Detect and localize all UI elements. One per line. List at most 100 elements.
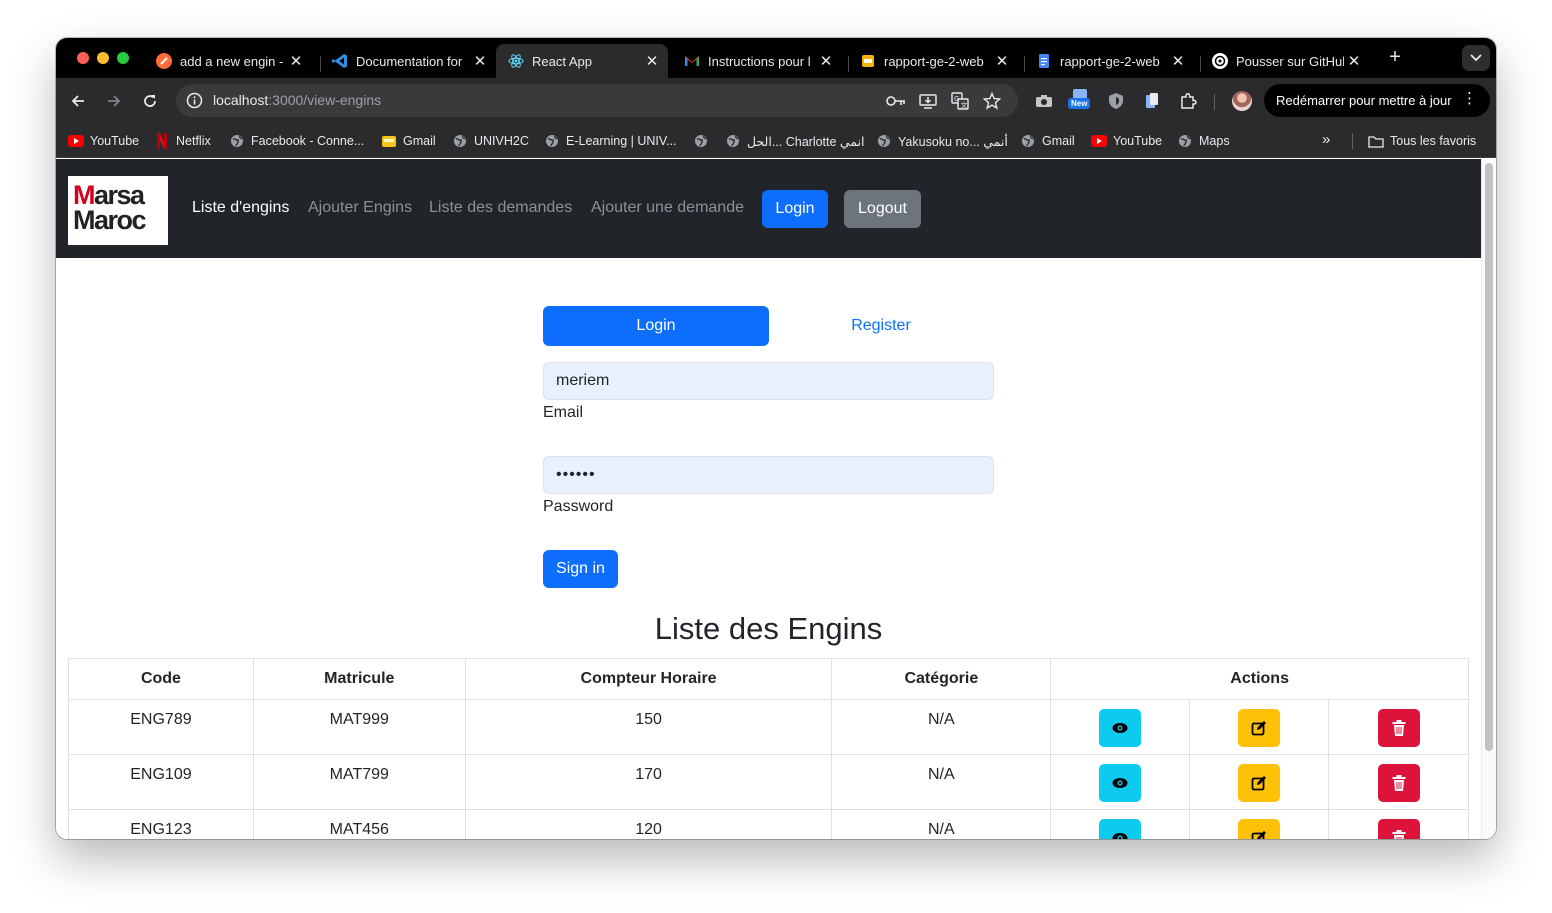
bookmark-item[interactable]: Maps: [1177, 132, 1230, 150]
nav-login-button[interactable]: Login: [762, 190, 828, 228]
browser-tab[interactable]: rapport-ge-2-web ✕: [848, 44, 1018, 78]
cell-categorie: N/A: [831, 809, 1052, 839]
youtube-icon: [1091, 133, 1107, 149]
globe-icon: [1020, 133, 1036, 149]
edit-button[interactable]: [1238, 764, 1281, 802]
bookmark-item[interactable]: UNIVH2C: [452, 132, 529, 150]
cell-compteur: 150: [464, 699, 833, 755]
key-icon[interactable]: [886, 91, 906, 111]
tab-close-icon[interactable]: ✕: [286, 52, 306, 70]
bookmark-item[interactable]: Facebook - Conne...: [229, 132, 364, 150]
cell-code: ENG123: [68, 809, 254, 839]
translate-icon[interactable]: G文: [950, 91, 970, 111]
clipboard-icon[interactable]: [1141, 90, 1163, 112]
tab-search-chevron-icon[interactable]: [1462, 45, 1490, 71]
tab-title: rapport-ge-2-web: [1060, 53, 1160, 69]
toolbar-separator: [1214, 94, 1215, 110]
edit-icon: [1251, 776, 1267, 791]
email-label: Email: [543, 404, 584, 421]
minimize-window-button[interactable]: [97, 52, 109, 64]
page-scrollbar[interactable]: [1481, 159, 1496, 839]
tab-close-icon[interactable]: ✕: [642, 52, 662, 70]
view-eye-button[interactable]: [1099, 819, 1142, 839]
tab-strip: add a new engin - ✕ Documentation for ✕ …: [56, 38, 1496, 78]
site-info-icon[interactable]: [186, 92, 203, 114]
tab-close-icon[interactable]: ✕: [470, 52, 490, 70]
shield-icon[interactable]: [1105, 90, 1127, 112]
install-app-icon[interactable]: [918, 91, 938, 111]
table-row: ENG789 MAT999 150 N/A: [68, 699, 1469, 755]
forward-arrow-icon[interactable]: [101, 88, 127, 114]
bookmark-item[interactable]: الحل... Charlotte انمي: [725, 132, 865, 150]
bookmark-star-icon[interactable]: [982, 91, 1002, 111]
globe-icon: [725, 133, 741, 149]
tab-register[interactable]: Register: [768, 306, 994, 346]
bookmark-item[interactable]: YouTube: [68, 132, 139, 150]
table-header-row: Code Matricule Compteur Horaire Catégori…: [68, 658, 1469, 700]
browser-tab[interactable]: rapport-ge-2-web ✕: [1024, 44, 1194, 78]
close-window-button[interactable]: [77, 52, 89, 64]
globe-icon: [452, 133, 468, 149]
url-path: :3000/view-engins: [268, 92, 382, 108]
tab-close-icon[interactable]: ✕: [992, 52, 1012, 70]
tab-close-icon[interactable]: ✕: [1168, 52, 1188, 70]
cell-delete-action: [1328, 809, 1469, 839]
browser-tab[interactable]: Pousser sur GitHul ✕: [1200, 44, 1370, 78]
bookmark-item[interactable]: Gmail: [381, 132, 436, 150]
tab-close-icon[interactable]: ✕: [1344, 52, 1364, 70]
reload-icon[interactable]: [137, 88, 163, 114]
edit-button[interactable]: [1238, 709, 1281, 747]
puzzle-extensions-icon[interactable]: [1177, 90, 1199, 112]
vscode-icon: [332, 53, 348, 69]
bookmark-item[interactable]: Netflix: [154, 132, 211, 150]
delete-button[interactable]: [1377, 709, 1420, 747]
more-bookmarks-chevron-icon[interactable]: »: [1322, 131, 1330, 148]
camera-icon[interactable]: [1033, 90, 1055, 112]
edit-button[interactable]: [1238, 819, 1281, 839]
cell-delete-action: [1328, 754, 1469, 810]
url-host: localhost: [213, 92, 269, 108]
nav-ajouter-engins[interactable]: Ajouter Engins: [308, 199, 412, 217]
scrollbar-thumb[interactable]: [1485, 163, 1493, 751]
nav-liste-demandes[interactable]: Liste des demandes: [429, 199, 572, 217]
all-bookmarks-button[interactable]: Tous les favoris: [1368, 132, 1476, 150]
password-field[interactable]: ••••••: [543, 456, 994, 494]
browser-tab[interactable]: Instructions pour l ✕: [672, 44, 842, 78]
delete-button[interactable]: [1377, 764, 1420, 802]
bookmark-item[interactable]: [693, 132, 715, 150]
bookmark-item[interactable]: Yakusoku no... أنمي: [876, 132, 1008, 150]
svg-text:文: 文: [961, 101, 968, 110]
edit-icon: [1251, 831, 1267, 839]
cell-matricule: MAT799: [252, 754, 466, 810]
page-title: Liste des Engins: [654, 611, 883, 646]
browser-tab[interactable]: Documentation for ✕: [320, 44, 496, 78]
bookmark-item[interactable]: YouTube: [1091, 132, 1162, 150]
back-arrow-icon[interactable]: [65, 88, 91, 114]
cell-categorie: N/A: [831, 754, 1052, 810]
docs-icon: [1036, 53, 1052, 69]
zoom-window-button[interactable]: [117, 52, 129, 64]
browser-tab[interactable]: add a new engin - ✕: [144, 44, 312, 78]
tab-login[interactable]: Login: [543, 306, 769, 346]
delete-button[interactable]: [1377, 819, 1420, 839]
view-eye-button[interactable]: [1099, 709, 1142, 747]
bookmark-label: Gmail: [1042, 134, 1075, 148]
nav-logout-button[interactable]: Logout: [844, 190, 921, 228]
marsa-maroc-logo[interactable]: Marsa Maroc: [68, 176, 168, 245]
view-eye-button[interactable]: [1099, 764, 1142, 802]
sign-in-button[interactable]: Sign in: [543, 550, 618, 588]
restart-update-button[interactable]: Redémarrer pour mettre à jour ⋮: [1264, 84, 1490, 117]
new-tab-plus-icon[interactable]: +: [1384, 46, 1406, 68]
kebab-menu-icon[interactable]: ⋮: [1462, 91, 1477, 106]
email-field[interactable]: meriem: [543, 362, 994, 400]
nav-liste-engins[interactable]: Liste d'engins: [192, 199, 289, 217]
bookmark-label: Maps: [1199, 134, 1230, 148]
profile-avatar[interactable]: [1232, 91, 1252, 111]
address-bar[interactable]: localhost:3000/view-engins G文: [176, 84, 1018, 117]
cell-matricule: MAT456: [252, 809, 466, 839]
tab-close-icon[interactable]: ✕: [816, 52, 836, 70]
browser-tab-active[interactable]: React App ✕: [496, 44, 668, 78]
bookmark-item[interactable]: Gmail: [1020, 132, 1075, 150]
bookmark-item[interactable]: E-Learning | UNIV...: [544, 132, 676, 150]
nav-ajouter-demande[interactable]: Ajouter une demande: [591, 199, 744, 217]
